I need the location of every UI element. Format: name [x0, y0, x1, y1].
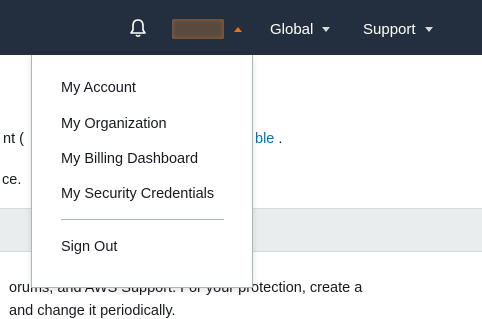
region-selector[interactable]: Global	[270, 18, 331, 40]
console-link[interactable]: ble	[255, 131, 274, 147]
support-menu-label: Support	[363, 20, 416, 38]
menu-divider	[61, 219, 224, 220]
body-text-line4: and change it periodically.	[9, 303, 176, 319]
menu-item-my-account[interactable]: My Account	[61, 80, 136, 96]
menu-item-my-organization[interactable]: My Organization	[61, 116, 167, 132]
caret-up-icon	[234, 26, 242, 32]
account-dropdown-menu: My Account My Organization My Billing Da…	[31, 55, 253, 288]
top-navigation-bar: Global Support	[0, 0, 482, 55]
body-text-line1: nt (	[3, 131, 24, 147]
menu-item-security-credentials[interactable]: My Security Credentials	[61, 186, 214, 202]
bell-icon[interactable]	[127, 17, 149, 39]
body-text-punct: .	[274, 131, 283, 147]
body-text-link-wrap: ble .	[255, 131, 282, 147]
account-menu-button[interactable]	[172, 18, 242, 40]
caret-down-icon	[424, 26, 433, 32]
caret-down-icon	[322, 26, 331, 32]
region-selector-label: Global	[270, 20, 314, 38]
body-text-line2: ce.	[2, 172, 22, 188]
support-menu[interactable]: Support	[363, 18, 433, 40]
account-name-redacted	[172, 19, 224, 39]
menu-item-sign-out[interactable]: Sign Out	[61, 239, 117, 255]
menu-item-billing-dashboard[interactable]: My Billing Dashboard	[61, 151, 198, 167]
